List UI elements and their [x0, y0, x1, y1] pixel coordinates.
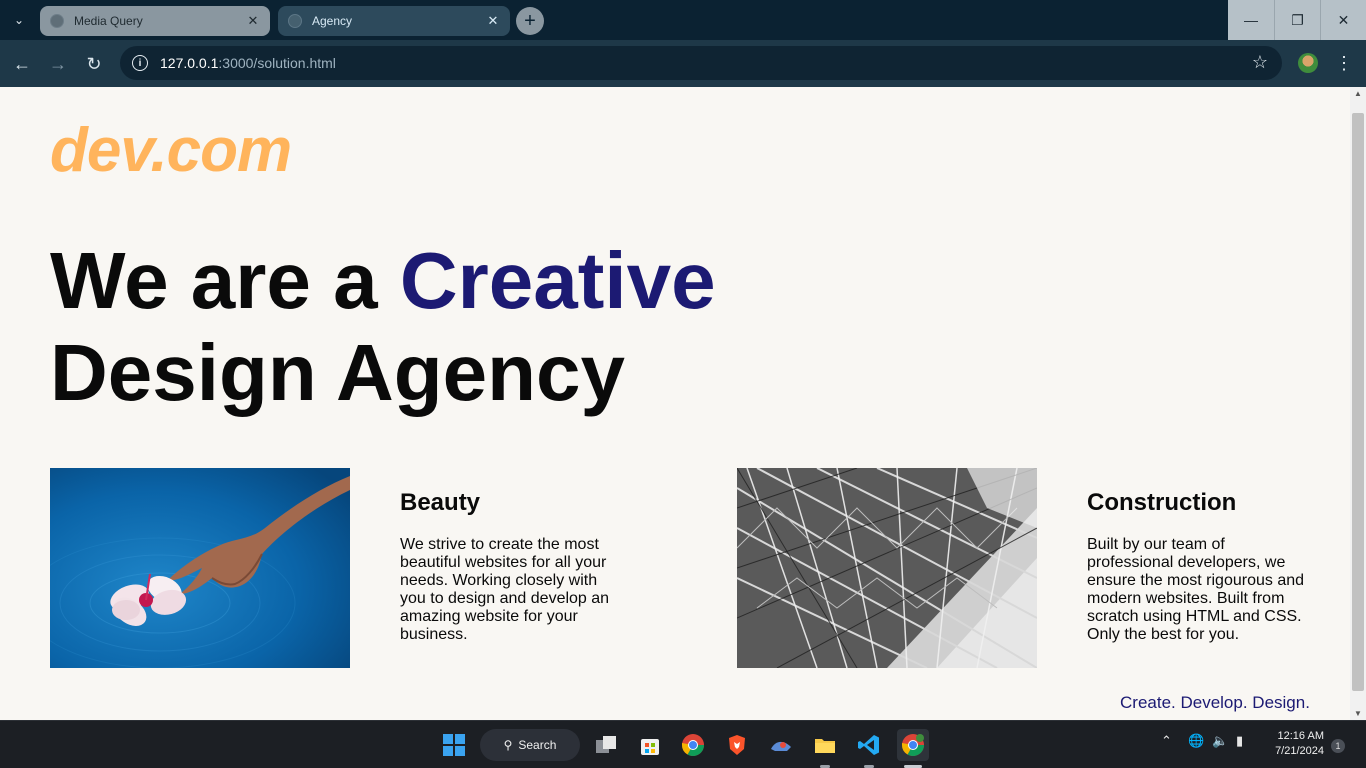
browser-menu-icon[interactable]: ⋮: [1334, 50, 1354, 76]
system-clock[interactable]: 12:16 AM 7/21/2024: [1266, 729, 1324, 759]
scroll-down-arrow-icon[interactable]: ▼: [1354, 709, 1362, 718]
tab-strip: ⌄ Media Query ✕ Agency ✕ + — ❐ ✕: [0, 0, 1366, 40]
bookmark-star-icon[interactable]: ☆: [1252, 52, 1268, 73]
tab-agency[interactable]: Agency ✕: [278, 6, 510, 36]
volume-icon[interactable]: 🔈: [1212, 733, 1228, 749]
battery-icon[interactable]: ▮: [1236, 733, 1243, 749]
chrome-profile-icon[interactable]: [897, 729, 929, 761]
microsoft-store-icon[interactable]: [634, 729, 666, 761]
beauty-image: [50, 468, 350, 668]
construction-image: [737, 468, 1037, 668]
footer-tagline: Create. Develop. Design.: [1120, 693, 1310, 712]
new-tab-button[interactable]: +: [516, 7, 544, 35]
tab-title: Agency: [312, 14, 353, 28]
brave-browser-icon[interactable]: [721, 729, 753, 761]
card-text-beauty: We strive to create the most beautiful w…: [400, 536, 610, 643]
task-view-icon[interactable]: [590, 729, 622, 761]
url-path: :3000/solution.html: [218, 55, 336, 71]
forward-button[interactable]: →: [44, 50, 72, 78]
hero-line2-text: Design Agency: [50, 328, 625, 417]
close-tab-icon[interactable]: ✕: [484, 12, 502, 30]
search-icon: ⚲: [503, 738, 513, 752]
tab-title: Media Query: [74, 14, 143, 28]
back-button[interactable]: ←: [8, 50, 36, 78]
site-info-icon[interactable]: i: [132, 55, 148, 71]
reload-button[interactable]: ↻: [80, 50, 108, 78]
site-logo[interactable]: dev.com: [50, 115, 292, 186]
scroll-up-arrow-icon[interactable]: ▲: [1354, 89, 1362, 98]
globe-icon: [50, 14, 64, 28]
taskbar: ⚲ Search ⌃ 🌐 🔈 ▮ 12:16 AM 7/21/2024 1: [0, 720, 1366, 768]
network-globe-icon[interactable]: 🌐: [1188, 733, 1204, 749]
hero-accent-text: Creative: [399, 236, 716, 325]
clock-time: 12:16 AM: [1277, 730, 1324, 742]
taskbar-search-label: Search: [518, 738, 557, 752]
card-title-construction: Construction: [1087, 489, 1237, 516]
page-viewport: dev.com We are a Creative Design Agency: [0, 87, 1350, 720]
card-text-construction: Built by our team of professional develo…: [1087, 536, 1305, 643]
chrome-icon[interactable]: [677, 729, 709, 761]
scrollbar-thumb[interactable]: [1352, 113, 1364, 691]
tab-search-chevron-icon[interactable]: ⌄: [6, 8, 32, 32]
clock-date: 7/21/2024: [1275, 745, 1324, 757]
tab-media-query[interactable]: Media Query ✕: [40, 6, 270, 36]
vscode-icon[interactable]: [853, 729, 885, 761]
start-windows-icon[interactable]: [438, 729, 470, 761]
minimize-button[interactable]: —: [1228, 0, 1274, 40]
hero-line1-text: We are a: [50, 236, 400, 325]
profile-avatar[interactable]: [1298, 53, 1318, 73]
close-tab-icon[interactable]: ✕: [244, 12, 262, 30]
show-hidden-icons-chevron-icon[interactable]: ⌃: [1161, 733, 1172, 749]
url-host: 127.0.0.1: [160, 55, 219, 71]
browser-toolbar: ← → ↻ i 127.0.0.1:3000/solution.html ☆: [0, 40, 1366, 87]
restore-button[interactable]: ❐: [1274, 0, 1320, 40]
card-title-beauty: Beauty: [400, 489, 481, 516]
app-icon[interactable]: [765, 729, 797, 761]
file-explorer-icon[interactable]: [809, 729, 841, 761]
globe-icon: [288, 14, 302, 28]
notification-badge[interactable]: 1: [1331, 739, 1345, 753]
page-scrollbar[interactable]: ▲ ▼: [1350, 87, 1366, 720]
close-window-button[interactable]: ✕: [1320, 0, 1366, 40]
taskbar-search-button[interactable]: ⚲ Search: [480, 729, 580, 761]
hero-heading: We are a Creative Design Agency: [50, 235, 716, 419]
address-bar[interactable]: i 127.0.0.1:3000/solution.html ☆: [120, 46, 1282, 80]
